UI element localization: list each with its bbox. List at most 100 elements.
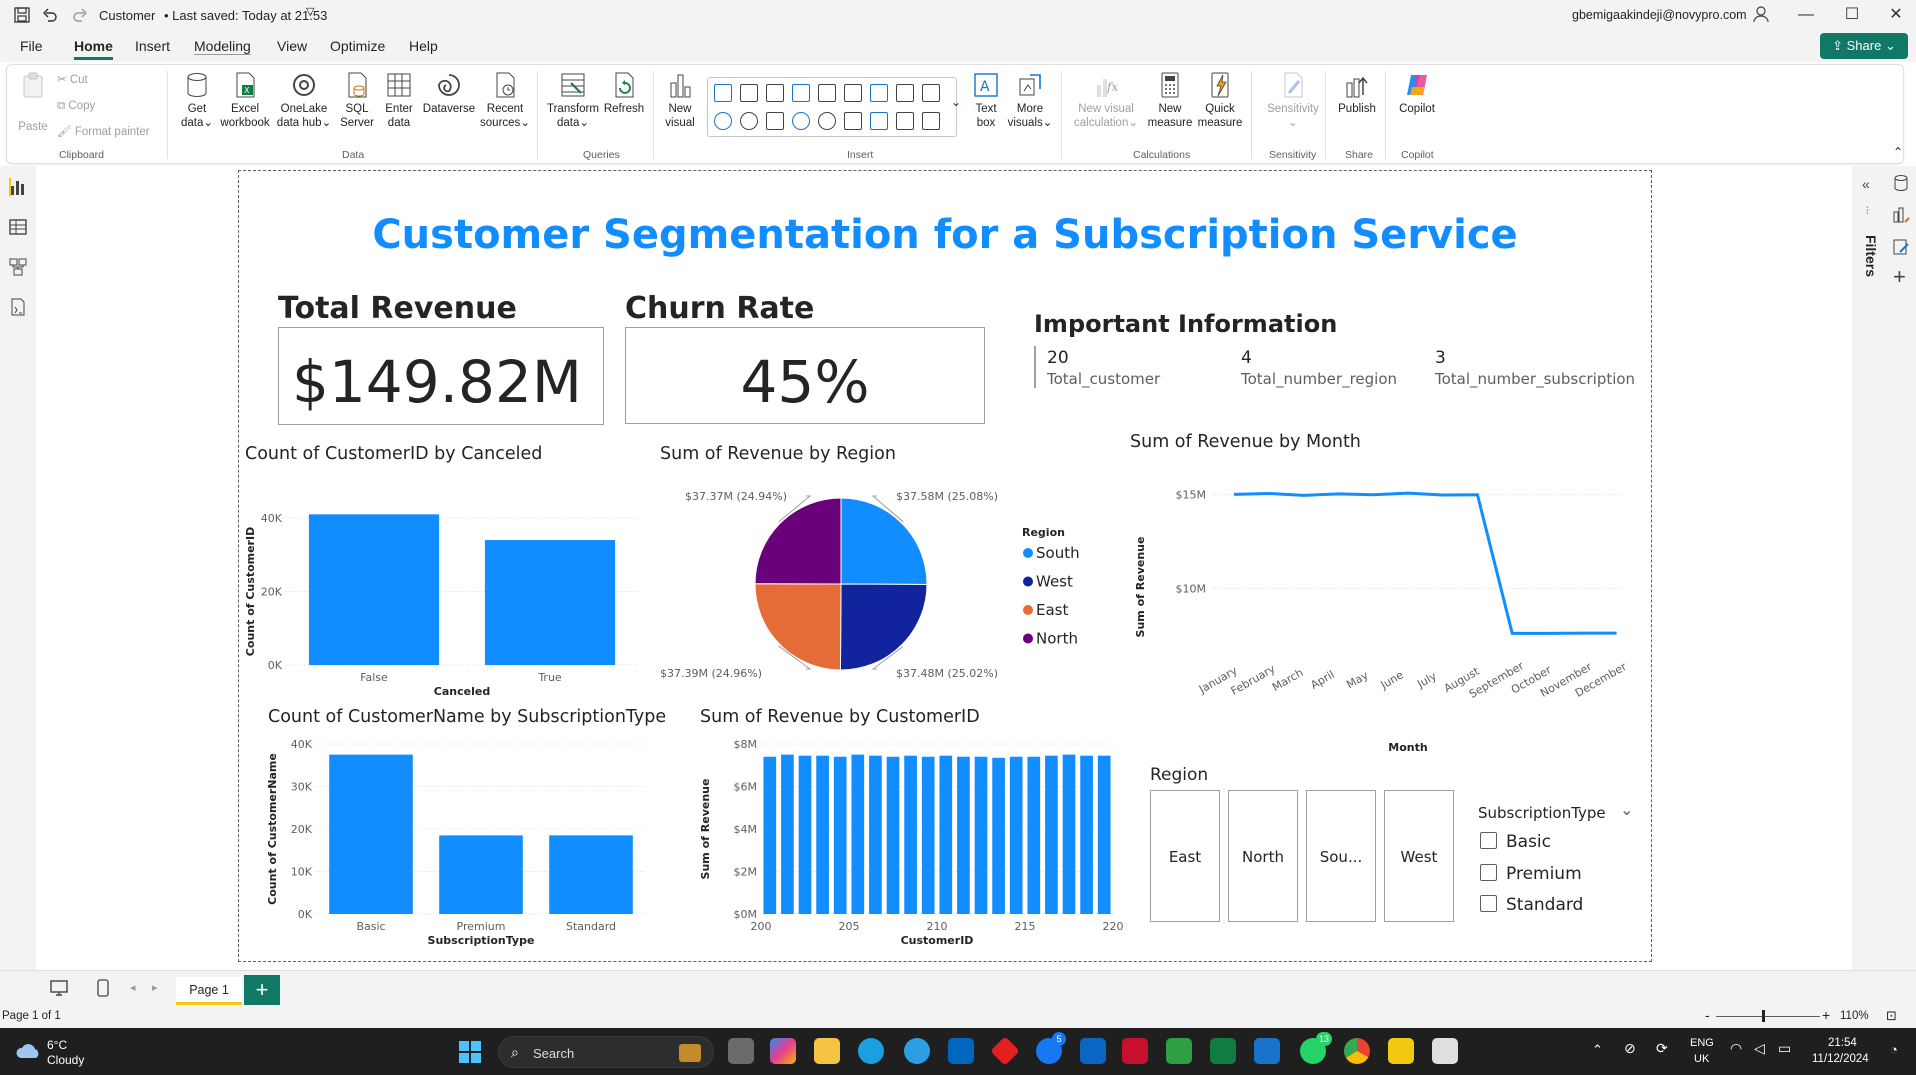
wifi-icon[interactable]: ◠	[1730, 1040, 1742, 1057]
ribbon-chart-icon[interactable]	[922, 84, 940, 102]
region-slicer-north[interactable]: North	[1228, 790, 1298, 922]
zoom-out-icon[interactable]: -	[1705, 1007, 1710, 1023]
chart-region[interactable]: $37.58M (25.08%) $37.48M (25.02%) $37.39M …	[660, 480, 1080, 680]
chart-canceled[interactable]: 0K 20K 40K False True Canceled Count of Custom…	[240, 480, 650, 705]
enter-data-button[interactable]: Enter data	[379, 71, 419, 130]
share-button[interactable]: ⇪ Share ⌄	[1820, 33, 1908, 59]
copilot-button[interactable]: Copilot	[1393, 71, 1441, 116]
format-pane-icon[interactable]	[1892, 238, 1910, 256]
zoom-slider-thumb[interactable]	[1762, 1010, 1765, 1022]
powerbi-icon[interactable]	[1388, 1038, 1414, 1064]
menu-insert[interactable]: Insert	[135, 38, 170, 54]
task-view-icon[interactable]	[728, 1038, 754, 1064]
region-slicer-east[interactable]: East	[1150, 790, 1220, 922]
chart-month[interactable]: $15M$10MJanuaryFebruaryMarch April May June…	[1120, 465, 1640, 765]
close-icon[interactable]: ✕	[1876, 4, 1916, 26]
region-slicer-west[interactable]: West	[1384, 790, 1454, 922]
menu-file[interactable]: File	[20, 38, 43, 54]
new-visual-calculation-button[interactable]: fx New visual calculation⌄	[1071, 71, 1141, 130]
notifications-icon[interactable]: ◔	[1890, 1042, 1898, 1057]
refresh-button[interactable]: Refresh	[603, 71, 645, 116]
mobile-layout-icon[interactable]	[96, 979, 110, 997]
copy-button[interactable]: ⧉ Copy	[57, 99, 95, 113]
format-painter-button[interactable]: 🖌 Format painter	[57, 125, 150, 139]
linkedin-icon[interactable]	[1080, 1038, 1106, 1064]
add-page-button[interactable]: +	[244, 975, 280, 1005]
region-slicer-south[interactable]: Sou...	[1306, 790, 1376, 922]
line-chart-icon[interactable]	[870, 84, 888, 102]
powerbi-active-icon[interactable]	[1254, 1038, 1280, 1064]
file-explorer-icon[interactable]	[814, 1038, 840, 1064]
collapse-filters-icon[interactable]: «	[1862, 176, 1870, 192]
red-app-icon[interactable]	[990, 1036, 1020, 1066]
language-2[interactable]: UK	[1694, 1053, 1709, 1065]
text-box-button[interactable]: A Text box	[967, 71, 1005, 130]
maximize-icon[interactable]: ☐	[1832, 4, 1872, 26]
checkbox-standard[interactable]	[1480, 895, 1497, 912]
donut-chart-icon[interactable]	[740, 112, 758, 130]
chevron-down-icon[interactable]: ▽	[306, 5, 314, 18]
page-tab-1[interactable]: Page 1	[176, 977, 242, 1005]
menu-help[interactable]: Help	[409, 38, 438, 54]
dax-query-view-icon[interactable]	[9, 298, 27, 316]
mcafee-icon[interactable]	[1122, 1038, 1148, 1064]
store-icon[interactable]	[948, 1038, 974, 1064]
chevron-down-icon[interactable]: ⌄	[1620, 800, 1633, 820]
desktop-layout-icon[interactable]	[50, 979, 68, 997]
report-view-icon[interactable]	[9, 178, 27, 196]
minimize-icon[interactable]: —	[1786, 4, 1826, 26]
data-pane-icon[interactable]	[1892, 174, 1910, 192]
visualizations-pane-icon[interactable]	[1892, 206, 1910, 224]
next-page-icon[interactable]: ▸	[152, 981, 158, 994]
sync-icon[interactable]: ⟳	[1656, 1040, 1668, 1057]
visual-gallery[interactable]	[707, 77, 957, 137]
gallery-expand-icon[interactable]: ⌄	[951, 95, 961, 109]
hbar-icon[interactable]	[766, 84, 784, 102]
clock-date[interactable]: 11/12/2024	[1812, 1053, 1869, 1065]
show-hidden-icons-icon[interactable]: ⌃	[1592, 1042, 1603, 1058]
chart-customerid[interactable]: $0M$2M$4M$6M$8M200 205 210 215 220CustomerID…	[695, 732, 1125, 964]
zoom-slider[interactable]	[1716, 1016, 1820, 1017]
notepad-icon[interactable]	[1432, 1038, 1458, 1064]
map-icon[interactable]	[792, 112, 810, 130]
card-icon[interactable]	[844, 112, 862, 130]
quick-measure-button[interactable]: Quick measure	[1197, 71, 1243, 130]
redo-icon[interactable]	[72, 7, 88, 23]
stacked-bar-icon[interactable]	[714, 84, 732, 102]
zoom-in-icon[interactable]: +	[1822, 1007, 1830, 1023]
filters-pane-label[interactable]: Filters	[1863, 235, 1879, 277]
copilot-app-icon[interactable]	[770, 1038, 796, 1064]
onelake-button[interactable]: OneLake data hub⌄	[275, 71, 333, 130]
excel-app-icon[interactable]	[1210, 1038, 1236, 1064]
help-icon[interactable]	[904, 1038, 930, 1064]
menu-modeling[interactable]: Modeling	[194, 38, 251, 55]
pie-chart-icon[interactable]	[714, 112, 732, 130]
network-off-icon[interactable]: ⊘	[1624, 1040, 1636, 1057]
prev-page-icon[interactable]: ◂	[130, 981, 136, 994]
edge-icon[interactable]	[858, 1038, 884, 1064]
new-measure-button[interactable]: New measure	[1147, 71, 1193, 130]
multirow-card-icon[interactable]	[870, 112, 888, 130]
publish-button[interactable]: Publish	[1333, 71, 1381, 116]
checkbox-premium[interactable]	[1480, 864, 1497, 881]
battery-icon[interactable]: ▭	[1778, 1040, 1791, 1057]
cut-button[interactable]: ✂ Cut	[57, 73, 88, 87]
taskbar-search[interactable]: ⌕ Search	[498, 1036, 714, 1068]
chart-subscription[interactable]: 0K 10K 20K 30K 40K Basic Premium Standard Subscr…	[260, 732, 660, 964]
more-visuals-button[interactable]: More visuals⌄	[1007, 71, 1053, 130]
checkbox-basic[interactable]	[1480, 832, 1497, 849]
stacked-column-icon[interactable]	[818, 84, 836, 102]
volume-icon[interactable]: ◁	[1754, 1040, 1765, 1057]
sql-server-button[interactable]: SQL Server	[337, 71, 377, 130]
save-icon[interactable]	[14, 7, 30, 23]
fit-to-page-icon[interactable]: ⊡	[1886, 1008, 1897, 1024]
add-pane-icon[interactable]: +	[1893, 264, 1906, 290]
dataverse-button[interactable]: Dataverse	[421, 71, 477, 116]
table-view-icon[interactable]	[9, 218, 27, 236]
get-data-button[interactable]: Get data⌄	[177, 71, 217, 130]
windows-start-icon[interactable]	[458, 1040, 482, 1064]
area-chart-icon[interactable]	[896, 84, 914, 102]
collapse-ribbon-icon[interactable]: ⌃	[1893, 145, 1903, 159]
language-1[interactable]: ENG	[1690, 1037, 1714, 1049]
clustered-bar-icon[interactable]	[740, 84, 758, 102]
